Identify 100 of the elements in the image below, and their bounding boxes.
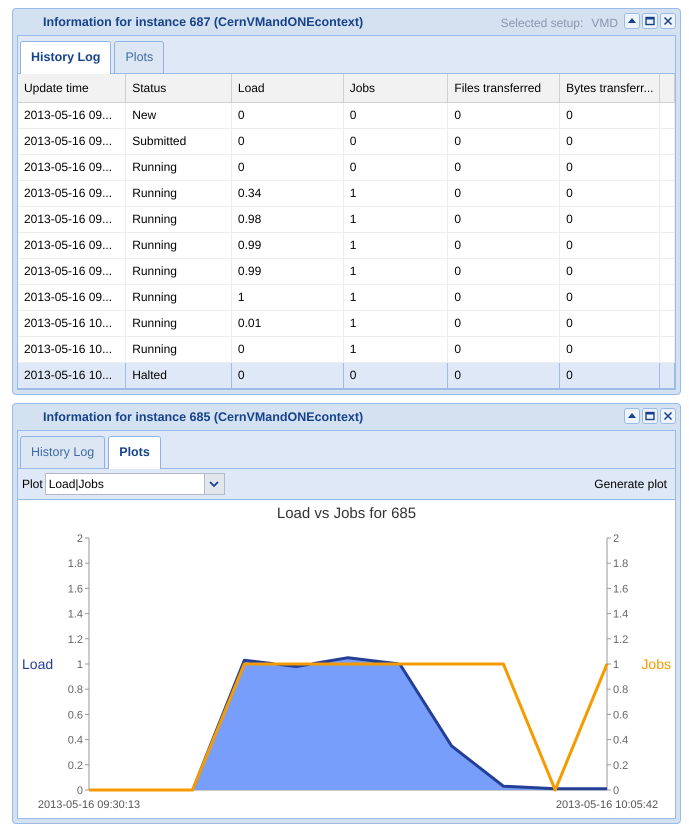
maximize-button[interactable]: [642, 408, 658, 424]
maximize-button[interactable]: [642, 13, 658, 29]
triangle-up-icon: [627, 411, 637, 421]
table-cell: 0: [448, 362, 560, 388]
table-cell: 0: [343, 102, 448, 128]
table-cell: 1: [343, 258, 448, 284]
table-cell: 0: [560, 128, 660, 154]
table-cell: 0: [560, 362, 660, 388]
table-cell: 0.99: [231, 232, 344, 258]
tick-label: 2013-05-16 09:30:13: [38, 799, 140, 811]
tick-label: 2013-05-16 10:05:42: [556, 799, 658, 811]
table-cell: 0: [448, 128, 560, 154]
collapse-button[interactable]: [624, 408, 640, 424]
tick-label: 0.2: [613, 760, 628, 772]
tick-label: 0.2: [68, 760, 83, 772]
column-header[interactable]: Update time: [18, 74, 126, 102]
tick-label: 1.4: [68, 608, 83, 621]
collapse-button[interactable]: [624, 13, 640, 29]
background-label: VMD: [591, 15, 618, 32]
tick-label: 1: [76, 659, 83, 671]
table-cell: 0: [448, 284, 560, 310]
table-cell: 0: [448, 310, 560, 336]
column-header[interactable]: Load: [231, 74, 344, 102]
table-cell: 0: [560, 284, 660, 310]
tick-label: 1.4: [613, 608, 628, 621]
window-title: Information for instance 687 (CernVMandONEcontext): [43, 14, 364, 31]
axis-title: Jobs: [641, 656, 671, 672]
table-cell: Submitted: [126, 128, 232, 154]
table-cell: 1: [343, 180, 448, 206]
table-cell: Running: [126, 206, 232, 232]
tab[interactable]: History Log: [20, 436, 106, 468]
plot-dropdown[interactable]: Load|Jobs: [44, 473, 225, 495]
generate-plot-button[interactable]: Generate plot: [590, 473, 671, 495]
tick-label: 0.4: [613, 734, 628, 747]
tick-label: 0: [76, 785, 83, 797]
table-cell: 2013-05-16 09...: [18, 154, 126, 180]
table-cell: 2013-05-16 09...: [18, 128, 126, 154]
table-cell: Running: [126, 232, 232, 258]
table-cell: 0.34: [231, 180, 344, 206]
table-cell: 0: [448, 206, 560, 232]
table-cell: 0: [560, 102, 660, 128]
column-header[interactable]: Files transferred: [448, 74, 560, 102]
table-cell: 0: [448, 154, 560, 180]
table-cell: 1: [231, 284, 344, 310]
table-cell: 0: [343, 362, 448, 388]
close-button[interactable]: [660, 13, 676, 29]
axis-title: Load: [22, 656, 54, 672]
tick-label: 0.8: [68, 684, 83, 696]
table-cell: Running: [126, 258, 232, 284]
table-cell: 0: [560, 180, 660, 206]
table-cell: 2013-05-16 09...: [18, 206, 126, 232]
column-header[interactable]: Status: [126, 74, 232, 102]
table-cell: 0: [231, 362, 344, 388]
table-cell: 0: [231, 154, 344, 180]
table-cell: 1: [343, 232, 448, 258]
tick-label: 1.2: [613, 634, 628, 646]
table-cell: 0: [560, 258, 660, 284]
tab[interactable]: Plots: [108, 436, 161, 469]
window-title: Information for instance 685 (CernVMandONEcontext): [43, 408, 364, 426]
table-cell: Running: [126, 154, 232, 180]
table-cell: 2013-05-16 09...: [18, 232, 126, 258]
column-header[interactable]: Jobs: [343, 74, 448, 102]
table-cell: New: [126, 102, 232, 128]
close-icon: [663, 411, 673, 421]
tick-label: 0.6: [68, 709, 83, 722]
table-cell: Running: [126, 284, 232, 310]
table-cell: 1: [343, 310, 448, 336]
window-icon: [645, 411, 655, 421]
table-cell: 0: [560, 232, 660, 258]
table-cell: 2013-05-16 10...: [18, 362, 126, 388]
triangle-up-icon: [627, 16, 637, 26]
tab[interactable]: History Log: [20, 41, 112, 74]
table-cell: 0: [448, 258, 560, 284]
table-cell: Halted: [126, 362, 232, 388]
close-icon: [663, 16, 673, 26]
table-cell: 0.99: [231, 258, 344, 284]
tick-label: 1.6: [613, 583, 628, 596]
table-cell: Running: [126, 180, 232, 206]
close-button[interactable]: [660, 408, 676, 424]
chart-title: Load vs Jobs for 685: [276, 505, 416, 522]
table-cell: 0: [448, 102, 560, 128]
table-cell: 1: [343, 284, 448, 310]
table-cell: 2013-05-16 09...: [18, 102, 126, 128]
table-cell: 0: [560, 310, 660, 336]
tick-label: 1.2: [68, 634, 83, 646]
table-cell: 0: [448, 180, 560, 206]
table-cell: 0: [231, 102, 344, 128]
window-icon: [645, 16, 655, 26]
table-cell: 0: [231, 128, 344, 154]
tick-label: 0.8: [613, 684, 628, 696]
tick-label: 0.6: [613, 709, 628, 722]
tick-label: 2: [76, 533, 83, 545]
table-cell: 2013-05-16 10...: [18, 310, 126, 336]
plot-label: Plot: [22, 476, 43, 493]
tick-label: 2: [613, 533, 620, 545]
tick-label: 1.8: [68, 558, 83, 570]
table-cell: 1: [343, 206, 448, 232]
table-cell: 0.01: [231, 310, 344, 336]
column-header[interactable]: Bytes transferr...: [560, 74, 660, 102]
tab[interactable]: Plots: [114, 41, 164, 73]
